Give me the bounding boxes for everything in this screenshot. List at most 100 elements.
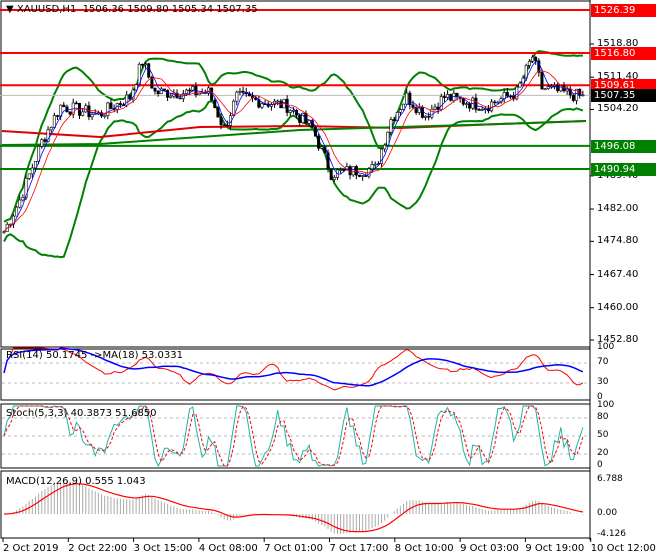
candle xyxy=(571,94,575,101)
candle xyxy=(505,92,509,97)
candle xyxy=(144,63,148,66)
level-tag: 1496.08 xyxy=(591,139,656,153)
candle xyxy=(361,175,365,177)
candle xyxy=(40,139,44,147)
stoch-tick: 20 xyxy=(597,448,609,458)
candle xyxy=(27,173,31,179)
chart-window[interactable]: ▼ XAUUSD,H1 1506.36 1509.80 1505.34 1507… xyxy=(0,0,660,560)
candle xyxy=(427,115,431,118)
level-tag: 1490.94 xyxy=(591,162,656,176)
candle xyxy=(260,103,264,108)
price-tick: 1482.00 xyxy=(597,203,639,215)
candle xyxy=(430,108,434,118)
candle xyxy=(424,115,428,118)
ohlc-label: 1506.36 1509.80 1505.34 1507.35 xyxy=(82,4,258,15)
candle xyxy=(140,63,144,66)
candle xyxy=(405,92,409,105)
candle xyxy=(184,89,188,94)
stoch-tick: 100 xyxy=(597,400,615,410)
price-tick: 1474.80 xyxy=(597,235,639,247)
candle xyxy=(153,87,157,92)
candle xyxy=(238,90,242,93)
candle xyxy=(402,103,406,110)
candle xyxy=(232,100,236,117)
candle xyxy=(213,99,217,108)
level-tag: 1507.35 xyxy=(591,89,656,103)
macd-tick: 0.00 xyxy=(597,508,618,518)
candle xyxy=(30,167,34,175)
candle xyxy=(496,101,500,104)
candle xyxy=(471,97,475,109)
time-tick: 2 Oct 22:00 xyxy=(68,543,128,554)
candle xyxy=(298,114,302,123)
candle xyxy=(219,116,223,125)
candle xyxy=(546,86,550,89)
chart-header: ▼ XAUUSD,H1 1506.36 1509.80 1505.34 1507… xyxy=(6,4,258,15)
candle xyxy=(74,102,78,105)
candle xyxy=(93,113,97,115)
candle xyxy=(490,101,494,112)
candle xyxy=(118,103,122,105)
candle xyxy=(518,82,522,88)
candle xyxy=(411,104,415,108)
candle xyxy=(18,199,22,208)
candle xyxy=(68,111,72,115)
candle xyxy=(2,231,6,233)
symbol-label: XAUUSD,H1 xyxy=(16,4,77,15)
candle xyxy=(480,109,484,111)
candle xyxy=(52,115,56,128)
rsi-tick: 30 xyxy=(597,377,609,387)
candle xyxy=(62,104,66,108)
candle xyxy=(373,163,377,166)
time-tick: 2 Oct 2019 xyxy=(3,543,59,554)
candle xyxy=(147,63,151,78)
candle xyxy=(398,109,402,113)
candle xyxy=(348,166,352,176)
candle xyxy=(320,146,324,149)
stoch-tick: 50 xyxy=(597,430,609,440)
candle xyxy=(106,102,110,117)
candle xyxy=(477,109,481,111)
candle xyxy=(8,223,12,226)
candle xyxy=(156,90,160,95)
candle xyxy=(178,97,182,100)
candle xyxy=(534,56,538,62)
time-tick: 8 Oct 10:00 xyxy=(394,543,454,554)
candle xyxy=(109,102,113,109)
time-tick: 7 Oct 01:00 xyxy=(264,543,324,554)
candle xyxy=(351,166,355,176)
candle xyxy=(21,197,25,201)
candle xyxy=(225,124,229,127)
candle xyxy=(15,206,19,217)
time-tick: 3 Oct 15:00 xyxy=(133,543,193,554)
candle xyxy=(188,89,192,92)
time-tick: 9 Oct 03:00 xyxy=(460,543,519,554)
macd-signal-line xyxy=(3,483,584,533)
rsi-tick: 70 xyxy=(597,357,609,367)
candle xyxy=(288,110,292,113)
candle xyxy=(433,106,437,110)
candle xyxy=(493,101,497,104)
candle xyxy=(235,91,239,102)
macd-tick: 6.788 xyxy=(597,474,623,485)
candle xyxy=(464,103,468,105)
candle xyxy=(329,168,333,180)
candle xyxy=(553,84,557,87)
price-tick: 1504.20 xyxy=(597,103,639,115)
candle xyxy=(166,90,170,98)
candle xyxy=(222,124,226,126)
rsi-label: RSI(14) 50.1745 ->MA(18) 53.0331 xyxy=(6,350,183,361)
stoch-label: Stoch(5,3,3) 40.3873 51.6850 xyxy=(6,408,157,419)
candle xyxy=(90,114,94,118)
candle xyxy=(527,61,531,66)
candle xyxy=(383,144,387,150)
candle xyxy=(162,88,166,91)
candle xyxy=(307,120,311,124)
candle xyxy=(291,110,295,112)
candle xyxy=(392,119,396,122)
stoch-tick: 0 xyxy=(597,460,603,470)
candle xyxy=(531,56,535,62)
candle xyxy=(556,84,560,92)
candle xyxy=(540,71,544,90)
rsi-tick: 100 xyxy=(597,342,615,352)
